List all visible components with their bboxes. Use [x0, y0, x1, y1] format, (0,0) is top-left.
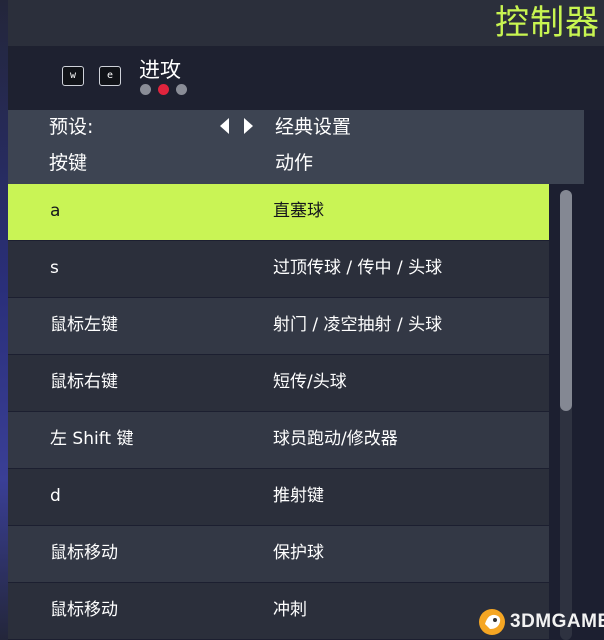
3dm-logo-icon [479, 609, 505, 635]
binding-key: 左 Shift 键 [50, 429, 134, 449]
binding-action: 直塞球 [273, 201, 324, 221]
binding-row[interactable]: 鼠标移动 冲刺 [8, 583, 549, 639]
binding-action: 射门 / 凌空抽射 / 头球 [273, 315, 443, 335]
arrow-left-icon [220, 118, 229, 134]
tab-bar: w e 进攻 [8, 46, 604, 110]
scrollbar-thumb[interactable] [560, 190, 572, 411]
binding-row[interactable]: s 过顶传球 / 传中 / 头球 [8, 241, 549, 297]
next-tab-key[interactable]: e [99, 66, 121, 86]
arrow-right-icon [244, 118, 253, 134]
prev-tab-key[interactable]: w [62, 66, 84, 86]
page-dot [140, 84, 151, 95]
binding-action: 冲刺 [273, 600, 307, 620]
title-bar: 控制器 [8, 0, 604, 46]
page-title: 控制器 [495, 3, 600, 43]
binding-key: 鼠标左键 [50, 315, 118, 335]
column-header-key: 按键 [49, 152, 88, 174]
preset-value: 经典设置 [275, 116, 352, 138]
binding-key: 鼠标右键 [50, 372, 118, 392]
binding-key: s [50, 258, 59, 278]
binding-key: d [50, 486, 61, 506]
column-header-action: 动作 [275, 152, 314, 174]
binding-row[interactable]: a 直塞球 [8, 184, 549, 240]
watermark-text: 3DMGAME [510, 611, 604, 632]
binding-key: a [50, 201, 61, 221]
binding-row[interactable]: 鼠标右键 短传/头球 [8, 355, 549, 411]
preset-switcher[interactable] [219, 116, 259, 136]
binding-action: 保护球 [273, 543, 324, 563]
page-dot-active [158, 84, 169, 95]
binding-row[interactable]: 鼠标左键 射门 / 凌空抽射 / 头球 [8, 298, 549, 354]
binding-action: 推射键 [273, 486, 324, 506]
binding-key: 鼠标移动 [50, 600, 118, 620]
binding-action: 短传/头球 [273, 372, 347, 392]
binding-row[interactable]: d 推射键 [8, 469, 549, 525]
binding-key: 鼠标移动 [50, 543, 118, 563]
binding-row[interactable]: 左 Shift 键 球员跑动/修改器 [8, 412, 549, 468]
page-dot [176, 84, 187, 95]
binding-action: 过顶传球 / 传中 / 头球 [273, 258, 443, 278]
binding-row[interactable]: 鼠标移动 保护球 [8, 526, 549, 582]
preset-header: 预设: 经典设置 按键 动作 [8, 110, 584, 184]
background-edge [0, 0, 8, 640]
binding-action: 球员跑动/修改器 [273, 429, 398, 449]
tab-attack[interactable]: 进攻 [139, 56, 181, 84]
preset-label: 预设: [49, 116, 94, 138]
